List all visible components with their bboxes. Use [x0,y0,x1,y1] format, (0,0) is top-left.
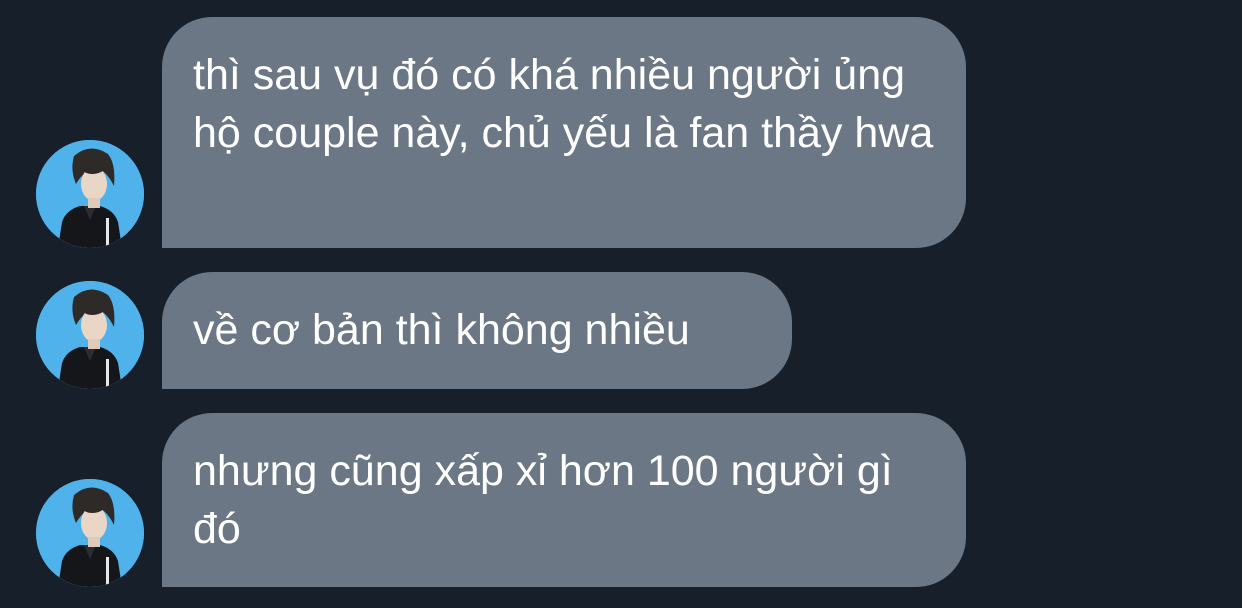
person-avatar-icon [36,479,144,587]
person-avatar-icon [36,140,144,248]
person-avatar-icon [36,281,144,389]
message-bubble[interactable]: nhưng cũng xấp xỉ hơn 100 người gì đó [162,413,966,587]
avatar[interactable] [36,281,144,389]
message-bubble[interactable]: thì sau vụ đó có khá nhiều người ủng hộ … [162,17,966,248]
avatar[interactable] [36,479,144,587]
message-bubble[interactable]: về cơ bản thì không nhiều [162,272,792,389]
avatar[interactable] [36,140,144,248]
